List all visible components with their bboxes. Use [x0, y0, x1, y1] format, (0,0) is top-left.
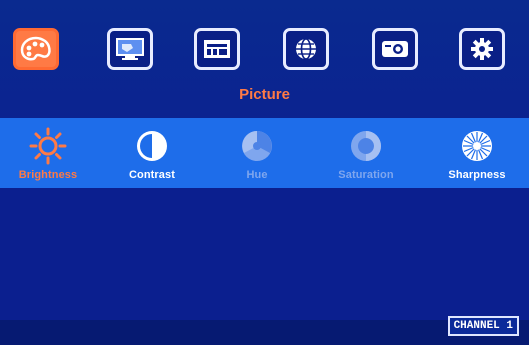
category-title: Picture [239, 86, 290, 103]
projector-icon [382, 41, 408, 57]
item-label-saturation: Saturation [338, 169, 394, 181]
item-label-sharpness: Sharpness [448, 169, 506, 181]
sharpness-icon [462, 131, 492, 161]
item-brightness[interactable]: Brightness [0, 118, 96, 188]
contrast-icon [137, 131, 167, 161]
tab-projector[interactable] [372, 28, 418, 70]
tab-picture[interactable] [13, 28, 59, 70]
tab-display[interactable] [107, 28, 153, 70]
display-icon [116, 38, 144, 60]
osd-menu: Picture Brightness Contrast Hue Saturati… [0, 0, 529, 345]
channel-badge: CHANNEL 1 [447, 316, 519, 336]
input-icon [204, 40, 230, 58]
content-area [0, 188, 529, 320]
item-label-hue: Hue [246, 169, 268, 181]
globe-icon [296, 38, 316, 60]
item-label-contrast: Contrast [128, 169, 176, 181]
hue-icon [242, 131, 272, 161]
palette-icon [20, 36, 51, 61]
item-contrast[interactable]: Contrast [104, 118, 200, 188]
saturation-icon [351, 131, 381, 161]
item-hue: Hue [209, 118, 305, 188]
gear-icon [471, 38, 493, 60]
item-label-brightness: Brightness [18, 169, 78, 181]
tab-input[interactable] [194, 28, 240, 70]
tab-settings[interactable] [459, 28, 505, 70]
tab-globe[interactable] [283, 28, 329, 70]
item-sharpness[interactable]: Sharpness [429, 118, 525, 188]
sun-icon [29, 127, 67, 165]
item-saturation: Saturation [318, 118, 414, 188]
